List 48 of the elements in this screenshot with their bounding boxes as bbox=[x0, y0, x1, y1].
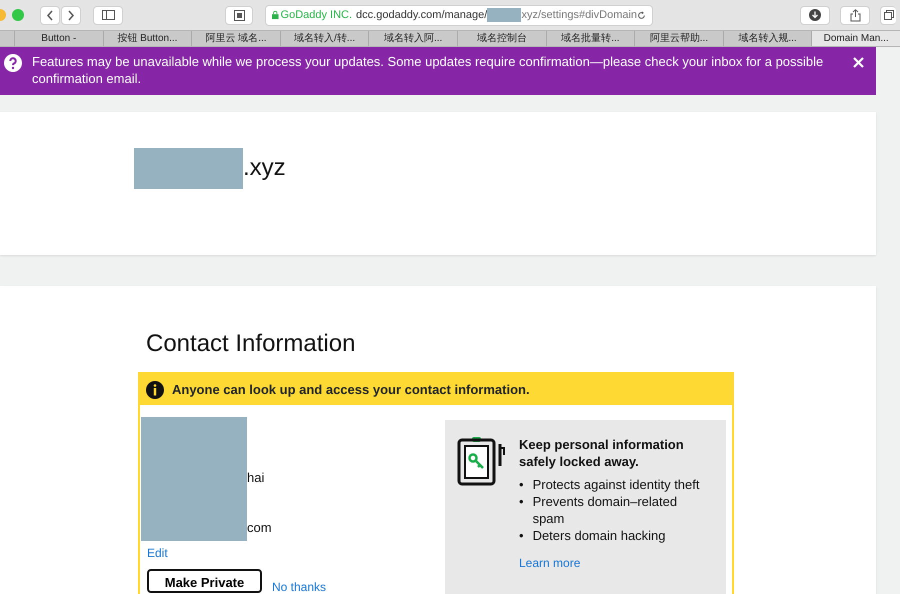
browser-tab[interactable]: 按钮 Button... bbox=[102, 31, 192, 46]
browser-tab[interactable]: 域名批量转... bbox=[546, 31, 634, 46]
browser-tab[interactable]: 域名控制台 bbox=[456, 31, 546, 46]
reload-icon[interactable] bbox=[637, 10, 646, 20]
reader-icon bbox=[234, 10, 244, 20]
notice-text: Features may be unavailable while we process your updates. Some updates require confirmation—please check your inbox for a possible confirmation email. bbox=[32, 53, 824, 88]
sidebar-button[interactable] bbox=[93, 6, 123, 24]
tabs-button[interactable] bbox=[880, 6, 896, 24]
promo-heading: Keep personal information safely locked away. bbox=[519, 436, 685, 470]
close-icon[interactable] bbox=[853, 57, 864, 68]
redacted-block bbox=[487, 8, 522, 22]
info-icon bbox=[146, 380, 164, 398]
bullet-marker: • bbox=[519, 493, 524, 511]
warning-text: Anyone can look up and access your contact information. bbox=[172, 380, 530, 399]
download-button[interactable] bbox=[800, 6, 830, 24]
browser-tab[interactable]: 阿里云帮助... bbox=[634, 31, 723, 46]
share-icon bbox=[850, 8, 860, 22]
make-private-button[interactable]: Make Private bbox=[147, 569, 262, 593]
forward-button[interactable] bbox=[61, 6, 81, 24]
tabs-icon bbox=[884, 10, 894, 20]
edit-link[interactable]: Edit bbox=[147, 544, 168, 562]
browser-tab[interactable]: 阿里云 域名... bbox=[191, 31, 280, 46]
bullet-marker: • bbox=[519, 476, 524, 493]
share-button[interactable] bbox=[840, 6, 870, 24]
forward-icon bbox=[67, 10, 75, 20]
reader-button[interactable] bbox=[225, 6, 253, 24]
contact-detail: hai bbox=[247, 470, 266, 486]
bullet-marker: • bbox=[519, 527, 524, 544]
lock-icon bbox=[272, 10, 279, 20]
back-button[interactable] bbox=[40, 6, 60, 24]
sidebar-icon bbox=[102, 10, 114, 20]
browser-tab[interactable]: 域名转入/转... bbox=[280, 31, 368, 46]
learn-more-link[interactable]: Learn more bbox=[519, 554, 580, 572]
back-icon bbox=[46, 10, 54, 20]
no-thanks-link[interactable]: No thanks bbox=[272, 578, 326, 594]
browser-tab[interactable]: 域名转入阿... bbox=[368, 31, 457, 46]
benefit-item: Prevents domain–related spam bbox=[532, 493, 678, 527]
browser-tab[interactable]: Button - bbox=[14, 31, 103, 46]
contact-detail: com bbox=[247, 520, 272, 536]
key-tablet-icon bbox=[457, 436, 505, 486]
benefit-item: Protects against identity theft bbox=[532, 476, 700, 493]
benefit-item: Deters domain hacking bbox=[532, 527, 666, 544]
browser-tab[interactable]: Domain Man... bbox=[811, 31, 900, 46]
section-heading: Contact Information bbox=[146, 329, 356, 359]
help-icon bbox=[4, 54, 22, 72]
download-icon bbox=[809, 9, 821, 21]
domain-name: .xyz bbox=[243, 153, 286, 183]
address-bar[interactable]: GoDaddy INC. dcc.godaddy.com/manage/ xyz/settings#divDomain bbox=[265, 4, 653, 26]
